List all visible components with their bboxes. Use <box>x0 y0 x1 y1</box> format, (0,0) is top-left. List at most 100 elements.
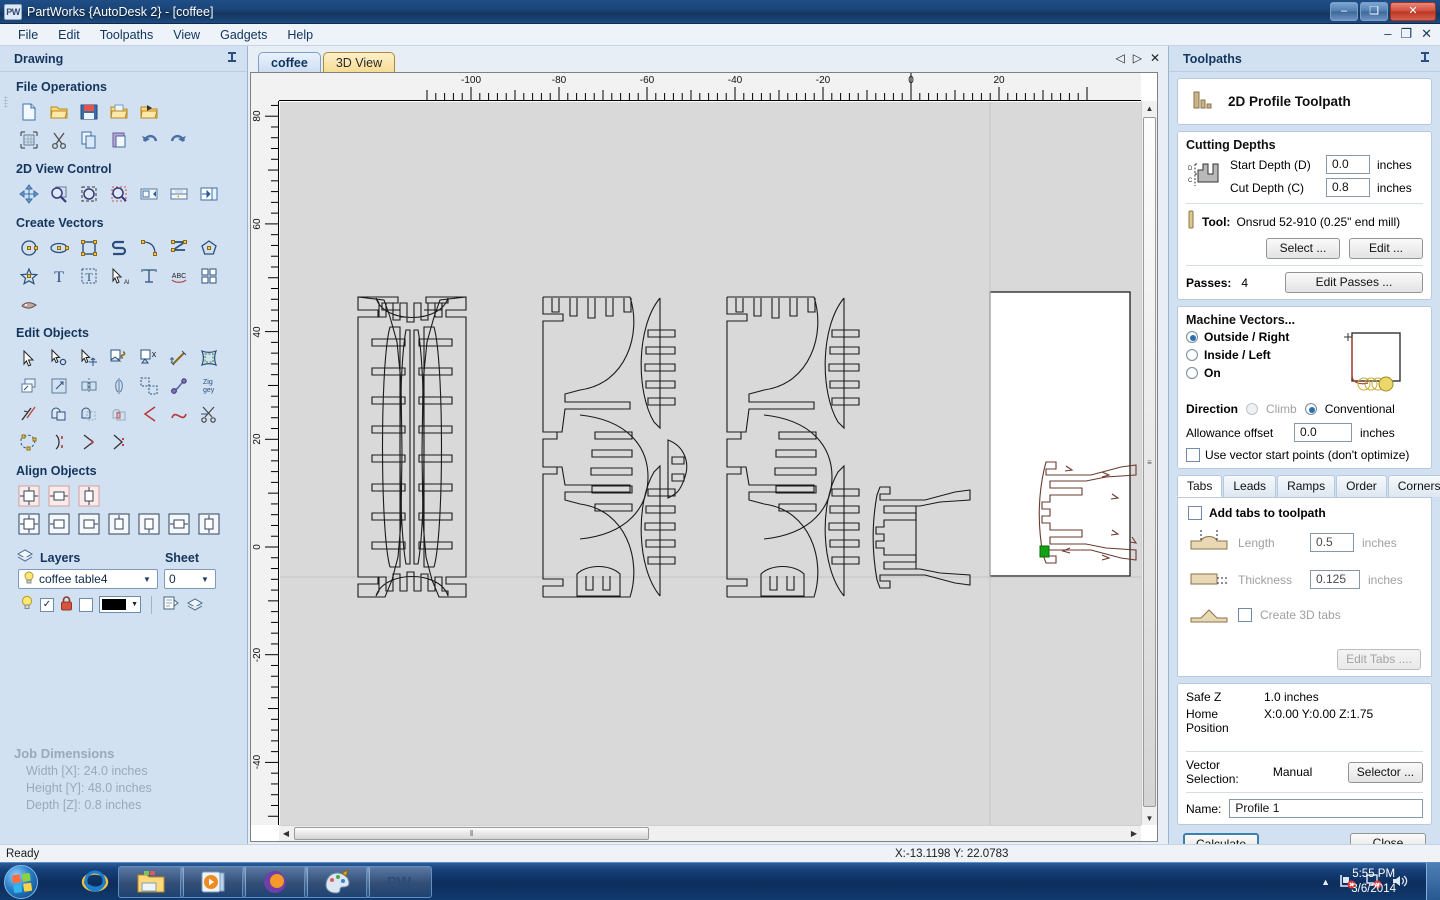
text-box-icon[interactable]: T <box>74 262 104 290</box>
tab-order[interactable]: Order <box>1336 475 1387 497</box>
scroll-up-arrow[interactable]: ▲ <box>1142 101 1157 115</box>
reverse-vector-icon[interactable] <box>104 428 134 456</box>
show-desktop-button[interactable] <box>1426 863 1440 900</box>
scroll-left-arrow[interactable]: ◀ <box>279 826 293 841</box>
align-bottom-icon[interactable] <box>134 510 164 538</box>
zoom-selected-icon[interactable] <box>104 180 134 208</box>
taskbar-clock[interactable]: 5:55 PM 3/6/2014 <box>1351 867 1396 897</box>
align-right-icon[interactable] <box>74 510 104 538</box>
radio-climb[interactable] <box>1246 403 1259 415</box>
job-setup-icon[interactable] <box>14 126 44 154</box>
undo-icon[interactable] <box>134 126 164 154</box>
window-close-button[interactable]: ✕ <box>1390 2 1436 21</box>
pin-icon[interactable] <box>227 52 237 67</box>
scroll-down-arrow[interactable]: ▼ <box>1142 811 1157 825</box>
ungroup-icon[interactable]: x <box>134 344 164 372</box>
media-player-icon[interactable] <box>180 866 246 898</box>
group-icon[interactable] <box>104 344 134 372</box>
menu-edit[interactable]: Edit <box>48 26 90 44</box>
radio-inside-left[interactable] <box>1186 349 1198 361</box>
layer-select[interactable]: coffee table4 ▼ <box>18 569 158 589</box>
tab-thickness-input[interactable]: 0.125 <box>1310 570 1360 589</box>
pan-icon[interactable] <box>14 180 44 208</box>
nest-icon[interactable]: Zig gey <box>194 372 224 400</box>
circle-icon[interactable] <box>14 234 44 262</box>
tab-length-input[interactable]: 0.5 <box>1310 533 1354 552</box>
drawing-viewport[interactable] <box>280 102 1141 825</box>
zoom-extents-icon[interactable] <box>74 180 104 208</box>
tab-3d-view[interactable]: 3D View <box>322 52 396 72</box>
sheet-select[interactable]: 0 ▼ <box>164 569 216 589</box>
layer-active-checkbox[interactable]: ✓ <box>40 597 54 612</box>
windows-start-icon[interactable] <box>4 865 38 899</box>
node-edit-icon[interactable] <box>44 344 74 372</box>
selector-button[interactable]: Selector ... <box>1347 761 1423 783</box>
tab-close-button[interactable]: ✕ <box>1150 51 1160 65</box>
polyline-icon[interactable] <box>104 234 134 262</box>
horizontal-scrollbar[interactable]: ◀ ‖ ▶ <box>279 825 1141 841</box>
edit-tool-button[interactable]: Edit ... <box>1349 238 1423 259</box>
tab-next-button[interactable]: ▷ <box>1133 51 1142 65</box>
fillet-icon[interactable] <box>134 400 164 428</box>
join-vectors-icon[interactable] <box>164 372 194 400</box>
text-on-curve-icon[interactable] <box>134 262 164 290</box>
polygon-line-icon[interactable] <box>164 234 194 262</box>
weld-icon[interactable] <box>44 400 74 428</box>
align-center-h-icon[interactable] <box>44 482 74 510</box>
scroll-right-arrow[interactable]: ▶ <box>1127 826 1141 841</box>
window-minimize-button[interactable]: – <box>1330 2 1358 21</box>
intersect-icon[interactable] <box>104 400 134 428</box>
toolpath-name-input[interactable]: Profile 1 <box>1229 799 1423 818</box>
fold-icon[interactable] <box>104 372 134 400</box>
radio-outside-right[interactable] <box>1186 331 1198 343</box>
menu-file[interactable]: File <box>8 26 48 44</box>
align-all-icon[interactable] <box>14 510 44 538</box>
edit-passes-button[interactable]: Edit Passes ... <box>1284 272 1423 293</box>
window-maximize-button[interactable]: ❑ <box>1360 2 1388 21</box>
file-explorer-icon[interactable] <box>118 866 184 898</box>
move-icon[interactable] <box>74 344 104 372</box>
trim-icon[interactable] <box>14 400 44 428</box>
allowance-offset-input[interactable]: 0.0 <box>1294 423 1352 442</box>
open-vector-icon[interactable] <box>44 428 74 456</box>
tab-prev-button[interactable]: ◁ <box>1115 51 1124 65</box>
partworks-icon[interactable]: PW <box>366 866 432 898</box>
tab-leads[interactable]: Leads <box>1223 475 1277 497</box>
zoom-page-icon[interactable] <box>164 180 194 208</box>
zoom-drawing-icon[interactable] <box>134 180 164 208</box>
new-file-icon[interactable] <box>14 98 44 126</box>
chevron-down-icon[interactable]: ▼ <box>131 601 138 608</box>
align-middle-h-icon[interactable] <box>164 510 194 538</box>
grid-array-icon[interactable] <box>194 262 224 290</box>
align-top-icon[interactable] <box>104 510 134 538</box>
radio-on[interactable] <box>1186 367 1198 379</box>
star-icon[interactable] <box>14 262 44 290</box>
offset-icon[interactable] <box>14 372 44 400</box>
menu-gadgets[interactable]: Gadgets <box>210 26 277 44</box>
menu-toolpaths[interactable]: Toolpaths <box>90 26 164 44</box>
polygon-icon[interactable] <box>194 234 224 262</box>
chevron-down-icon[interactable]: ▼ <box>197 571 213 587</box>
redo-icon[interactable] <box>164 126 194 154</box>
chevron-down-icon[interactable]: ▼ <box>139 571 155 587</box>
align-middle-v-icon[interactable] <box>194 510 224 538</box>
import-icon[interactable] <box>104 98 134 126</box>
copy-array-icon[interactable] <box>134 372 164 400</box>
mdi-restore-button[interactable]: ❐ <box>1400 26 1412 42</box>
close-vector-icon[interactable] <box>74 428 104 456</box>
align-left-icon[interactable] <box>44 510 74 538</box>
trace-bitmap-icon[interactable] <box>14 290 44 318</box>
tab-coffee[interactable]: coffee <box>258 52 321 72</box>
align-center-icon[interactable] <box>14 482 44 510</box>
cut-icon[interactable] <box>44 126 74 154</box>
tab-tabs[interactable]: Tabs <box>1177 475 1223 497</box>
panel-drag-grip[interactable] <box>4 96 8 108</box>
lock-icon[interactable] <box>60 595 73 614</box>
select-icon[interactable] <box>14 344 44 372</box>
menu-view[interactable]: View <box>163 26 210 44</box>
use-start-points-checkbox[interactable] <box>1186 448 1200 462</box>
measure-icon[interactable] <box>164 344 194 372</box>
mdi-minimize-button[interactable]: – <box>1384 26 1391 42</box>
curve-fit-icon[interactable] <box>164 400 194 428</box>
rectangle-icon[interactable] <box>74 234 104 262</box>
